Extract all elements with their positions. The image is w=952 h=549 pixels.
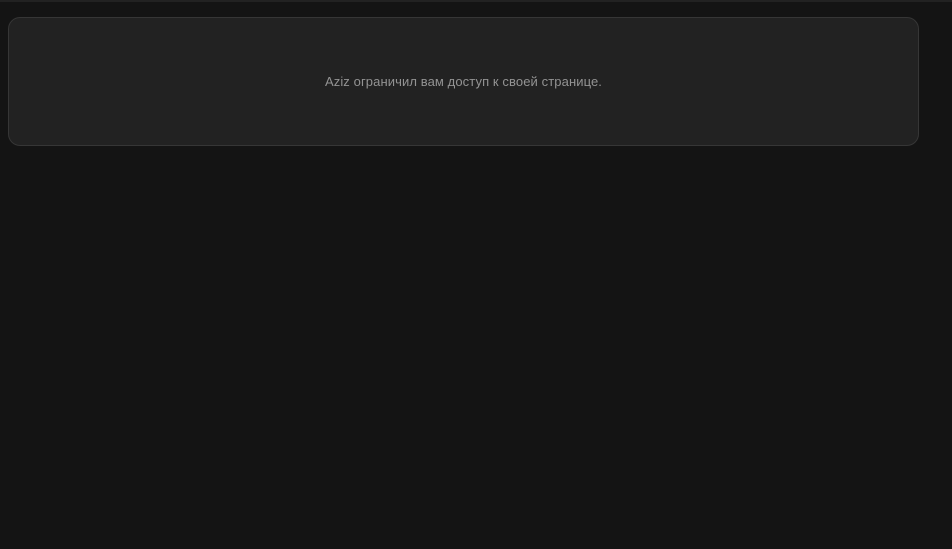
access-restricted-card: Aziz ограничил вам доступ к своей страни… [8,17,919,146]
page: Aziz ограничил вам доступ к своей страни… [0,0,952,549]
top-divider [0,0,952,2]
access-restricted-message: Aziz ограничил вам доступ к своей страни… [324,73,603,89]
